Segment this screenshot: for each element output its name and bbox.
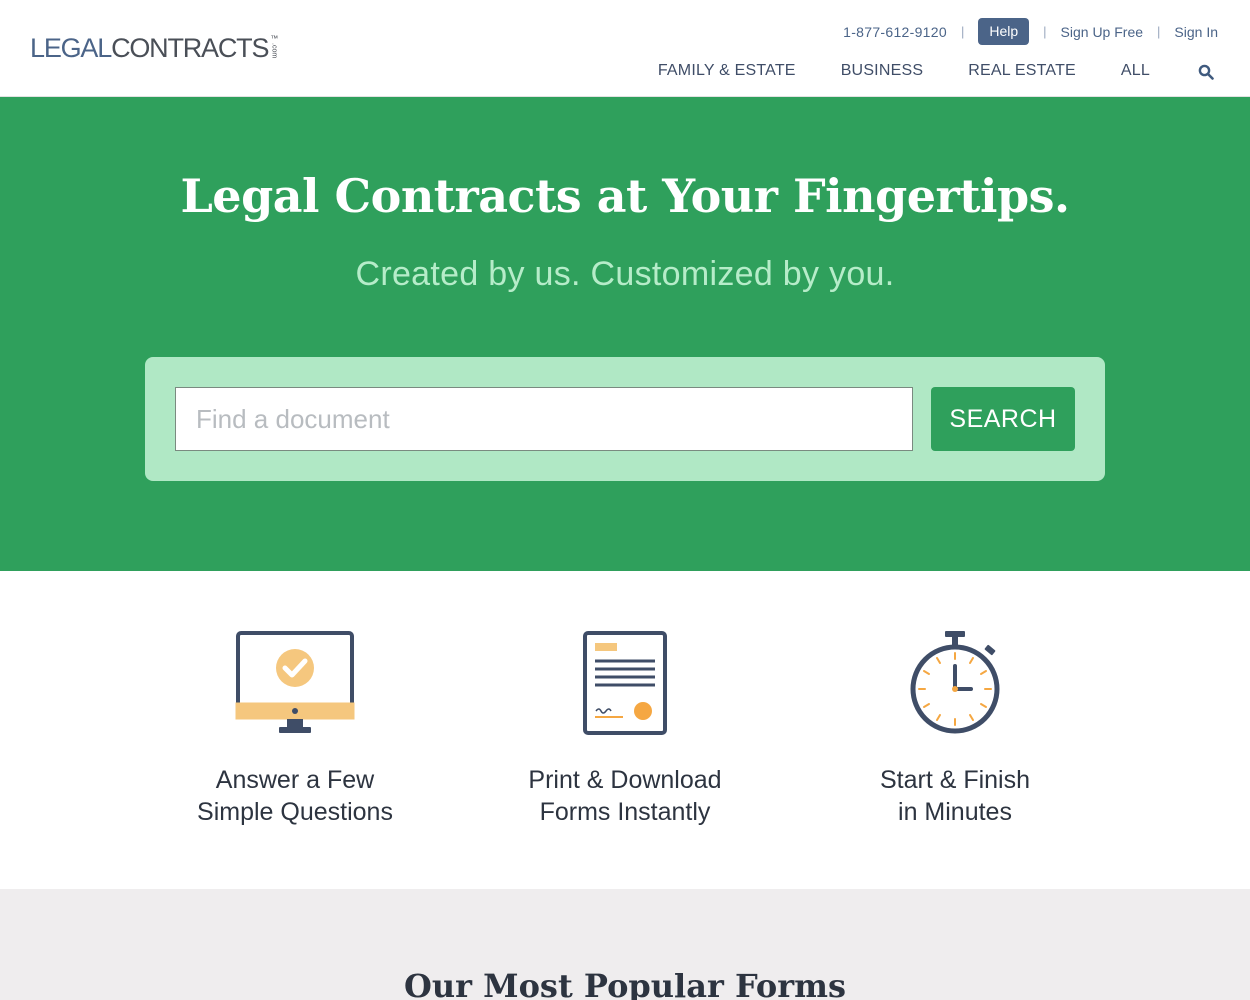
feature-label-line1: Print & Download <box>528 766 722 794</box>
search-icon[interactable] <box>1198 64 1214 80</box>
logo-trademark: ™ <box>270 34 279 43</box>
search-panel: SEARCH <box>145 357 1105 481</box>
feature-label-line2: Forms Instantly <box>539 798 711 826</box>
logo-wordmark: LEGALCONTRACTS <box>30 33 269 63</box>
feature-label-line2: Simple Questions <box>197 798 393 826</box>
nav-all[interactable]: ALL <box>1121 62 1150 80</box>
computer-check-icon <box>235 631 355 733</box>
main-nav: FAMILY & ESTATE BUSINESS REAL ESTATE ALL <box>658 62 1214 80</box>
feature-label-line2: in Minutes <box>898 798 1012 826</box>
help-button[interactable]: Help <box>978 18 1030 45</box>
search-button[interactable]: SEARCH <box>931 387 1075 451</box>
divider: | <box>1043 24 1047 39</box>
logo[interactable]: LEGALCONTRACTS ™ .com <box>30 33 279 63</box>
site-header: LEGALCONTRACTS ™ .com 1-877-612-9120 | H… <box>0 0 1250 97</box>
popular-forms-section: Our Most Popular Forms <box>0 889 1250 1000</box>
phone-number[interactable]: 1-877-612-9120 <box>843 24 947 40</box>
hero-section: Legal Contracts at Your Fingertips. Crea… <box>0 97 1250 571</box>
hero-title: Legal Contracts at Your Fingertips. <box>180 169 1070 223</box>
nav-real-estate[interactable]: REAL ESTATE <box>968 62 1076 80</box>
feature-label-line1: Answer a Few <box>215 766 375 794</box>
divider: | <box>960 24 965 39</box>
feature-print-download: Print & Download Forms Instantly <box>460 631 790 828</box>
feature-answer-questions: Answer a Few Simple Questions <box>130 631 460 828</box>
nav-family-estate[interactable]: FAMILY & ESTATE <box>658 62 796 80</box>
stopwatch-icon <box>910 631 1000 734</box>
document-icon <box>583 631 667 735</box>
features-section: Answer a Few Simple Questions Print & Do… <box>0 571 1250 889</box>
sign-up-link[interactable]: Sign Up Free <box>1061 24 1143 40</box>
feature-label-line1: Start & Finish <box>879 766 1031 794</box>
divider: | <box>1157 24 1161 39</box>
nav-business[interactable]: BUSINESS <box>841 62 924 80</box>
hero-subtitle: Created by us. Customized by you. <box>355 255 895 293</box>
popular-forms-title: Our Most Popular Forms <box>404 967 846 1000</box>
logo-com: .com <box>270 43 278 59</box>
feature-start-finish: Start & Finish in Minutes <box>790 631 1120 828</box>
utility-bar: 1-877-612-9120 | Help | Sign Up Free | S… <box>843 18 1218 45</box>
document-search-input[interactable] <box>175 387 913 451</box>
sign-in-link[interactable]: Sign In <box>1174 24 1218 40</box>
